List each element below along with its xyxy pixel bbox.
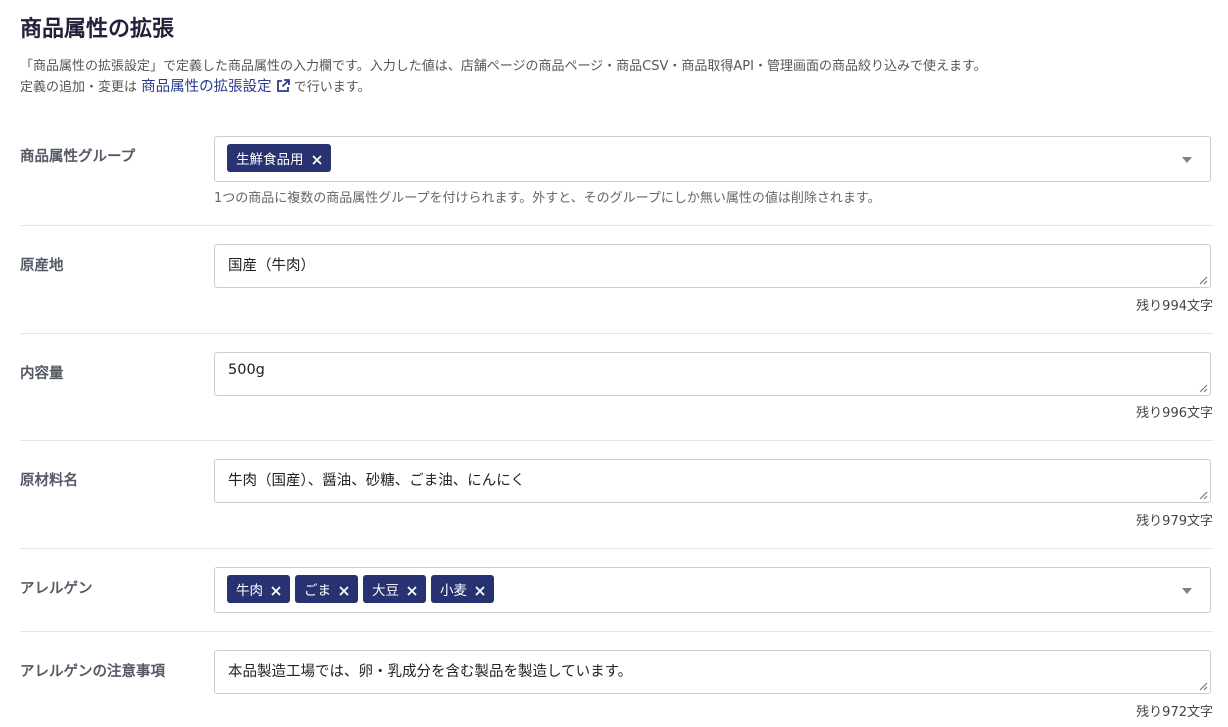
volume-value: 500g <box>228 362 265 378</box>
resize-handle-icon[interactable] <box>1198 383 1208 393</box>
page-description: 「商品属性の拡張設定」で定義した商品属性の入力欄です。入力した値は、店舗ページの… <box>20 56 1213 98</box>
allergen-tag: 大豆 <box>363 575 426 603</box>
allergen-select[interactable]: 牛肉 ごま 大豆 小麦 <box>214 567 1211 613</box>
resize-handle-icon[interactable] <box>1198 490 1208 500</box>
volume-row: 内容量 500g 残り996文字 <box>20 334 1213 441</box>
origin-value: 国産（牛肉） <box>228 258 315 274</box>
origin-label: 原産地 <box>20 258 64 274</box>
group-tag-label: 生鮮食品用 <box>236 152 304 168</box>
volume-textarea[interactable]: 500g <box>214 352 1211 396</box>
allergen-note-row: アレルゲンの注意事項 本品製造工場では、卵・乳成分を含む製品を製造しています。 … <box>20 632 1213 727</box>
close-icon[interactable] <box>339 584 349 596</box>
allergen-label: アレルゲン <box>20 581 93 597</box>
resize-handle-icon[interactable] <box>1198 275 1208 285</box>
attribute-settings-link[interactable]: 商品属性の拡張設定 <box>141 79 290 95</box>
group-select[interactable]: 生鮮食品用 <box>214 136 1211 182</box>
group-tag: 生鮮食品用 <box>227 144 331 172</box>
allergen-note-label: アレルゲンの注意事項 <box>20 664 165 680</box>
chevron-down-icon[interactable] <box>1182 157 1192 163</box>
allergen-tag: ごま <box>295 575 358 603</box>
group-tags: 生鮮食品用 <box>227 144 331 172</box>
allergen-tag-label: 小麦 <box>440 583 467 599</box>
description-line1: 「商品属性の拡張設定」で定義した商品属性の入力欄です。入力した値は、店舗ページの… <box>20 59 987 74</box>
allergen-tags: 牛肉 ごま 大豆 小麦 <box>227 575 494 603</box>
volume-remaining-count: 残り996文字 <box>1136 406 1213 421</box>
origin-row: 原産地 国産（牛肉） 残り994文字 <box>20 226 1213 334</box>
description-prefix: 定義の追加・変更は <box>20 80 138 95</box>
allergen-note-remaining-count: 残り972文字 <box>1136 705 1213 720</box>
close-icon[interactable] <box>271 584 281 596</box>
chevron-down-icon[interactable] <box>1182 588 1192 594</box>
volume-label: 内容量 <box>20 366 64 382</box>
resize-handle-icon[interactable] <box>1198 681 1208 691</box>
ingredients-textarea[interactable]: 牛肉（国産）、醤油、砂糖、ごま油、にんにく <box>214 459 1211 503</box>
attribute-settings-link-label: 商品属性の拡張設定 <box>141 79 272 95</box>
ingredients-remaining-count: 残り979文字 <box>1136 514 1213 529</box>
ingredients-value: 牛肉（国産）、醤油、砂糖、ごま油、にんにく <box>228 473 525 489</box>
allergen-note-textarea[interactable]: 本品製造工場では、卵・乳成分を含む製品を製造しています。 <box>214 650 1211 694</box>
page-title: 商品属性の拡張 <box>20 17 175 42</box>
external-link-icon <box>276 79 290 92</box>
description-line2: 定義の追加・変更は 商品属性の拡張設定 で行います。 <box>20 77 1213 98</box>
origin-textarea[interactable]: 国産（牛肉） <box>214 244 1211 288</box>
ingredients-row: 原材料名 牛肉（国産）、醤油、砂糖、ごま油、にんにく 残り979文字 <box>20 441 1213 549</box>
allergen-tag-label: ごま <box>304 583 331 599</box>
allergen-row: アレルゲン 牛肉 ごま 大豆 小麦 <box>20 549 1213 632</box>
origin-remaining-count: 残り994文字 <box>1136 299 1213 314</box>
close-icon[interactable] <box>407 584 417 596</box>
allergen-tag-label: 大豆 <box>372 583 399 599</box>
allergen-tag-label: 牛肉 <box>236 583 263 599</box>
allergen-tag: 小麦 <box>431 575 494 603</box>
ingredients-label: 原材料名 <box>20 473 78 489</box>
allergen-note-value: 本品製造工場では、卵・乳成分を含む製品を製造しています。 <box>228 664 633 680</box>
group-row: 商品属性グループ 生鮮食品用 1つの商品に複数の商品属性グループを付けられます。… <box>20 120 1213 226</box>
description-suffix: で行います。 <box>293 80 371 95</box>
close-icon[interactable] <box>311 153 322 165</box>
close-icon[interactable] <box>475 584 485 596</box>
group-help-text: 1つの商品に複数の商品属性グループを付けられます。外すと、そのグループにしか無い… <box>214 191 881 206</box>
allergen-tag: 牛肉 <box>227 575 290 603</box>
group-label: 商品属性グループ <box>20 149 136 165</box>
